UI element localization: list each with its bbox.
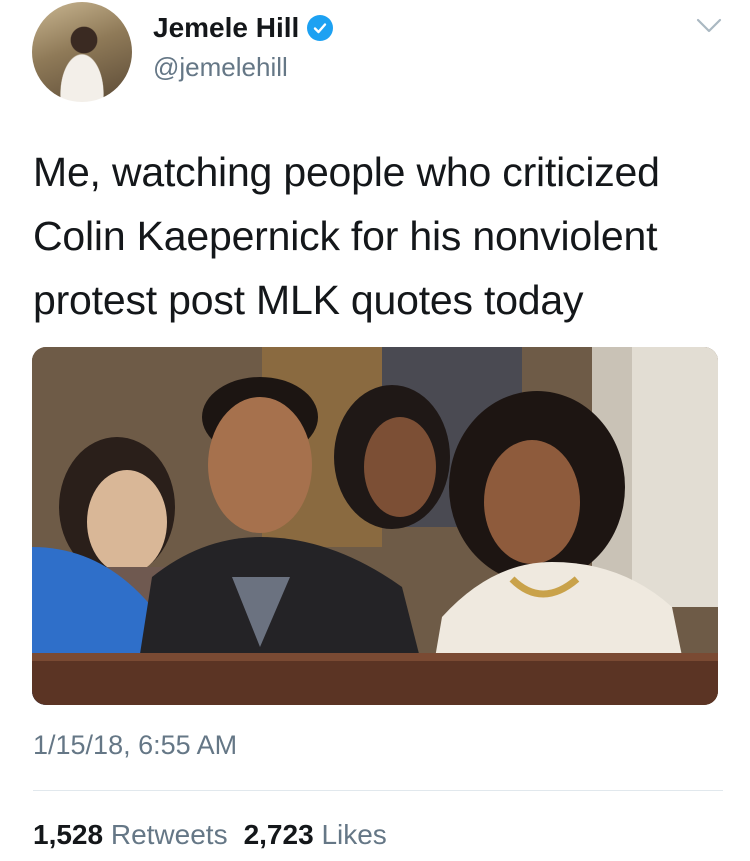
retweets-label: Retweets (110, 819, 228, 850)
author-name[interactable]: Jemele Hill (153, 12, 299, 44)
likes-count: 2,723 (243, 819, 314, 850)
tweet-timestamp[interactable]: 1/15/18, 6:55 AM (33, 730, 237, 761)
retweets-count: 1,528 (33, 819, 104, 850)
divider (33, 790, 723, 791)
author-name-row: Jemele Hill (153, 12, 334, 44)
tweet-photo[interactable] (32, 347, 718, 705)
photo-scene (32, 347, 718, 705)
verified-badge-icon (307, 15, 334, 41)
author-handle[interactable]: @jemelehill (153, 52, 288, 83)
likes-stat[interactable]: 2,723 Likes (244, 819, 387, 851)
likes-label: Likes (321, 819, 387, 850)
tweet-stats: 1,528 Retweets 2,723 Likes (33, 819, 387, 851)
chevron-down-icon[interactable] (694, 14, 724, 38)
avatar[interactable] (32, 2, 132, 102)
tweet-text: Me, watching people who criticized Colin… (33, 149, 660, 323)
retweets-stat[interactable]: 1,528 Retweets (33, 819, 228, 851)
